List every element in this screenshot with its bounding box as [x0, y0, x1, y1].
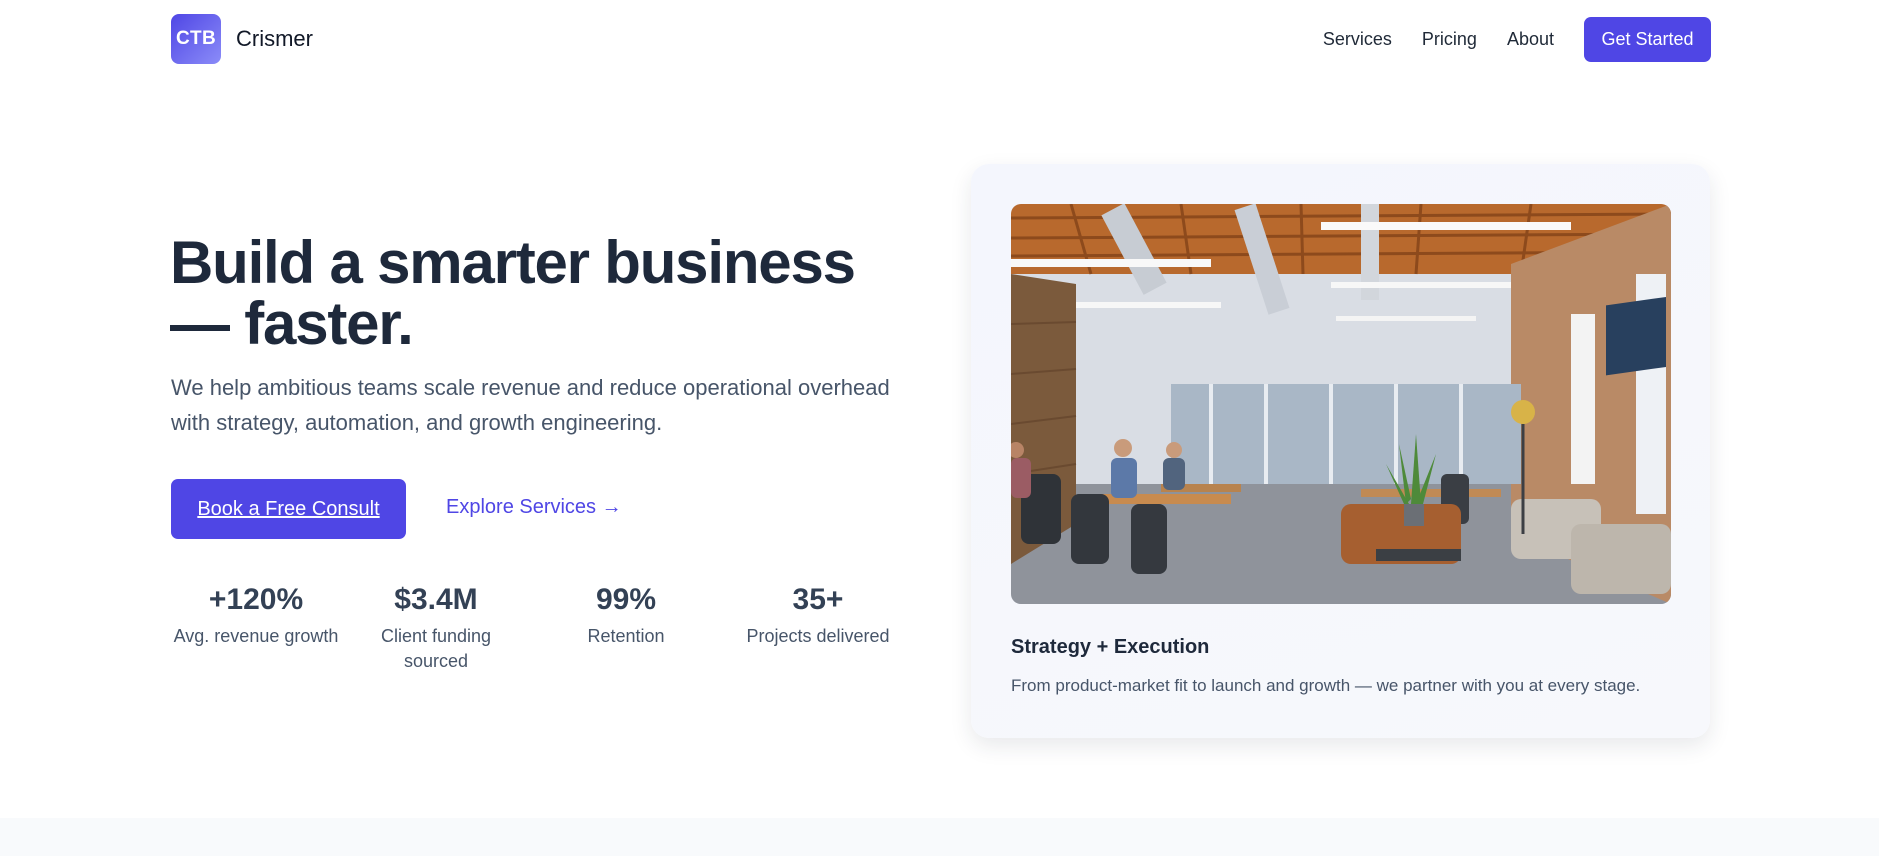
card-text: From product-market fit to launch and gr…	[1011, 676, 1641, 695]
brand-name: Crismer	[236, 26, 313, 51]
stat-label: Client funding sourced	[380, 626, 492, 671]
main-nav: Services Pricing About Get Started	[1323, 17, 1711, 62]
stats-row: +120% Avg. revenue growth $3.4M Client f…	[171, 580, 904, 680]
hero-card: Strategy + Execution From product-market…	[971, 164, 1710, 738]
office-photo	[1011, 204, 1671, 604]
nav-services[interactable]: Services	[1323, 29, 1392, 50]
stat-funding: $3.4M Client funding sourced	[361, 580, 511, 674]
hero-title: Build a smarter business — faster.	[170, 229, 856, 357]
stat-projects: 35+ Projects delivered	[732, 580, 904, 649]
hero-subtitle: We help ambitious teams scale revenue an…	[171, 375, 890, 435]
stat-retention: 99% Retention	[551, 580, 701, 649]
stat-value: +120%	[208, 583, 304, 616]
card-title: Strategy + Execution	[1011, 636, 1210, 658]
stat-label: Retention	[587, 626, 665, 646]
stat-revenue-growth: +120% Avg. revenue growth	[171, 580, 341, 649]
book-consult-button[interactable]: Book a Free Consult	[171, 479, 406, 539]
stat-value: 35+	[792, 583, 844, 616]
stat-label: Avg. revenue growth	[173, 626, 339, 646]
stat-value: 99%	[595, 583, 657, 616]
logo-mark: CTB	[171, 14, 221, 64]
get-started-button[interactable]: Get Started	[1584, 17, 1711, 62]
explore-services-link[interactable]: Explore Services →	[446, 496, 622, 519]
nav-pricing[interactable]: Pricing	[1422, 29, 1477, 50]
nav-about[interactable]: About	[1507, 29, 1554, 50]
brand-logo[interactable]: CTB Crismer	[171, 14, 313, 64]
site-header: CTB Crismer Services Pricing About Get S…	[0, 0, 1879, 80]
stat-label: Projects delivered	[746, 626, 890, 646]
stat-value: $3.4M	[394, 583, 478, 616]
next-section-band	[0, 818, 1879, 856]
